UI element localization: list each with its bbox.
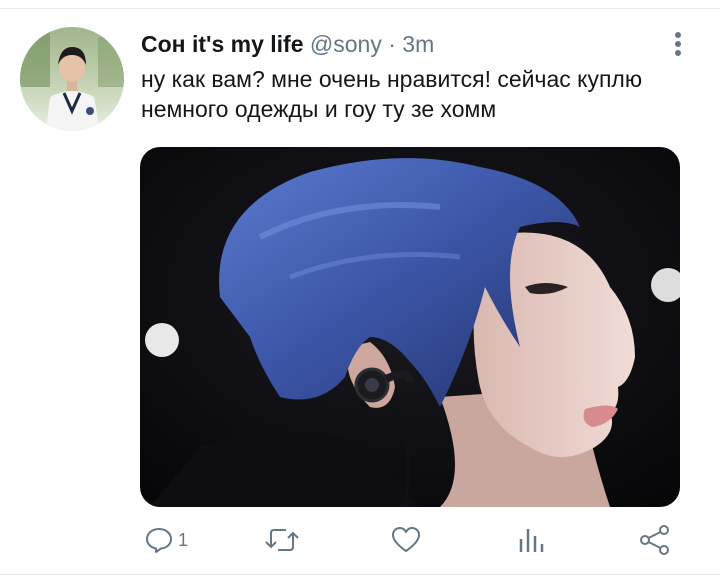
- heart-icon: [392, 527, 420, 552]
- tweet-header: Сон it's my life @sony · 3m: [141, 30, 434, 58]
- avatar[interactable]: [20, 27, 124, 131]
- analytics-button[interactable]: [517, 520, 545, 560]
- photo-blue-hair-person: [140, 147, 680, 507]
- retweet-icon: [265, 529, 299, 551]
- timestamp[interactable]: 3m: [402, 31, 434, 57]
- separator-dot: ·: [388, 31, 396, 57]
- tweet[interactable]: Сон it's my life @sony · 3m ну как вам? …: [0, 0, 720, 576]
- divider: [0, 574, 720, 575]
- retweet-button[interactable]: [264, 520, 300, 560]
- more-vertical-icon[interactable]: [668, 30, 688, 60]
- like-button[interactable]: [390, 520, 422, 560]
- share-icon: [640, 525, 669, 555]
- display-name[interactable]: Сон it's my life: [141, 31, 304, 57]
- divider: [0, 8, 720, 9]
- analytics-icon: [519, 529, 544, 552]
- share-button[interactable]: [639, 520, 671, 560]
- tweet-actions: 1: [0, 520, 720, 560]
- avatar-image: [20, 27, 124, 131]
- tweet-text: ну как вам? мне очень нравится! сейчас к…: [141, 66, 643, 122]
- reply-count: 1: [178, 529, 189, 550]
- reply-button[interactable]: 1: [144, 520, 188, 560]
- user-handle[interactable]: @sony: [310, 31, 382, 57]
- tweet-media-photo[interactable]: [140, 147, 680, 507]
- reply-icon: [146, 528, 172, 553]
